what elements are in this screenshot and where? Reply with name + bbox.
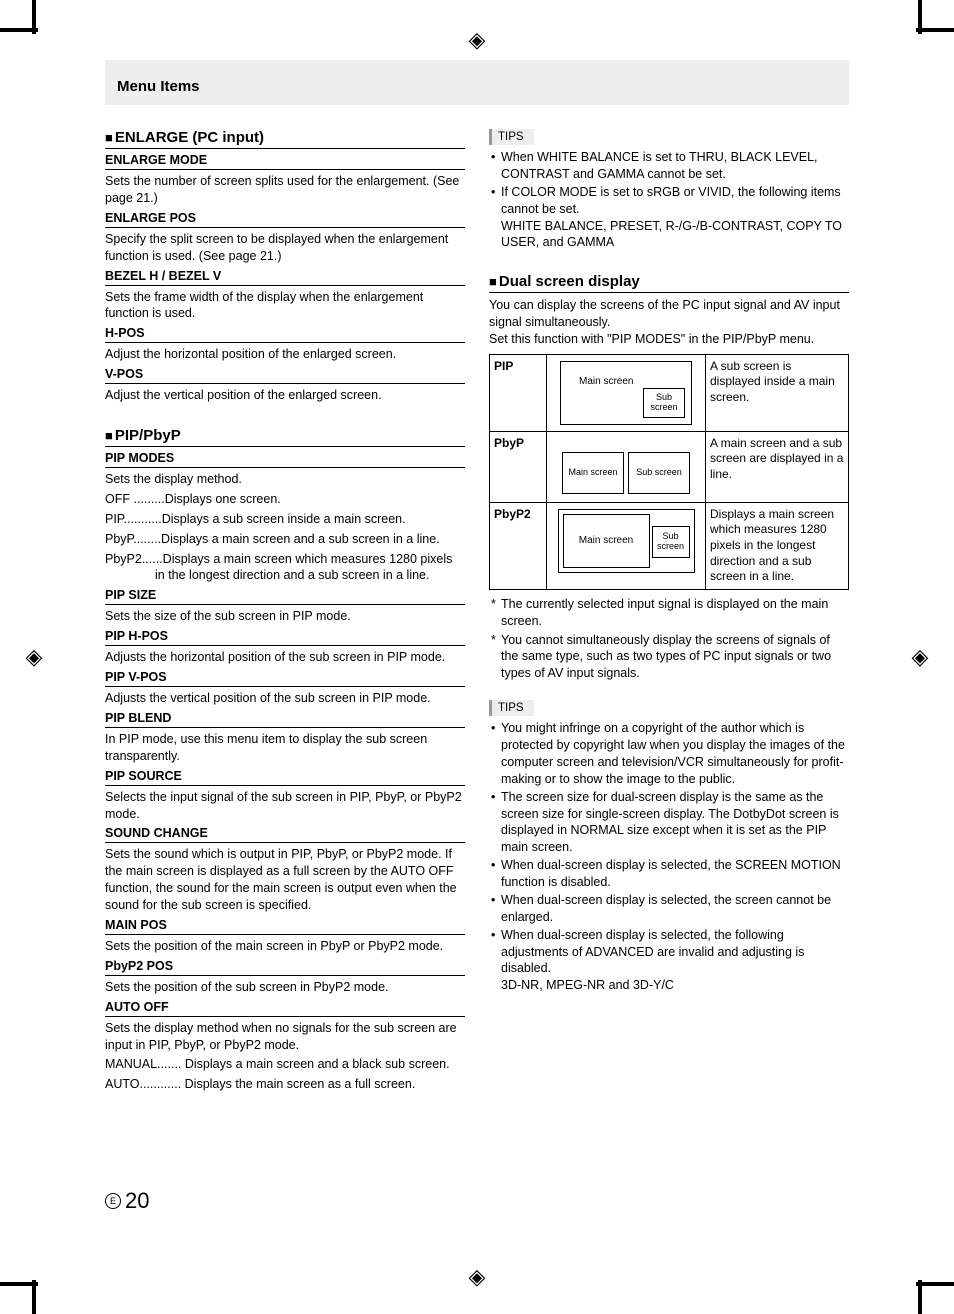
tip-item: If COLOR MODE is set to sRGB or VIVID, t… bbox=[489, 184, 849, 252]
section-pip: PIP/PbyP bbox=[105, 427, 465, 447]
item-title: PIP V-POS bbox=[105, 670, 465, 687]
page-footer: E 20 bbox=[105, 1188, 149, 1214]
section-dual: Dual screen display bbox=[489, 273, 849, 293]
item-desc: Selects the input signal of the sub scre… bbox=[105, 789, 465, 823]
registration-mark-icon bbox=[465, 28, 489, 52]
diagram-main-label: Main screen bbox=[579, 376, 633, 387]
mode-line: OFF .........Displays one screen. bbox=[105, 491, 465, 508]
item-desc: Sets the frame width of the display when… bbox=[105, 289, 465, 323]
item-desc: Sets the position of the main screen in … bbox=[105, 938, 465, 955]
tips-label: TIPS bbox=[489, 700, 534, 716]
tip-item: You might infringe on a copyright of the… bbox=[489, 720, 849, 788]
footnote: The currently selected input signal is d… bbox=[489, 596, 849, 630]
item-desc: Adjusts the horizontal position of the s… bbox=[105, 649, 465, 666]
mode-diagram: Main screen Sub screen bbox=[547, 354, 706, 431]
diagram-main-label: Main screen bbox=[562, 452, 624, 494]
mode-desc: Displays a main screen which measures 12… bbox=[706, 502, 849, 589]
registration-mark-icon bbox=[22, 645, 46, 669]
item-desc: Sets the display method when no signals … bbox=[105, 1020, 465, 1054]
item-title: PIP MODES bbox=[105, 451, 465, 468]
footnote: You cannot simultaneously display the sc… bbox=[489, 632, 849, 683]
mode-name: PbyP2 bbox=[490, 502, 547, 589]
mode-diagram: Main screen Sub screen bbox=[547, 431, 706, 502]
item-desc: Sets the position of the sub screen in P… bbox=[105, 979, 465, 996]
item-title: SOUND CHANGE bbox=[105, 826, 465, 843]
diagram-sub-label: Sub screen bbox=[652, 526, 690, 558]
item-desc: In PIP mode, use this menu item to displ… bbox=[105, 731, 465, 765]
tips-list: You might infringe on a copyright of the… bbox=[489, 720, 849, 994]
tip-item: The screen size for dual-screen display … bbox=[489, 789, 849, 857]
item-title: BEZEL H / BEZEL V bbox=[105, 269, 465, 286]
page-number: 20 bbox=[125, 1188, 149, 1214]
registration-mark-icon bbox=[465, 1265, 489, 1289]
item-title: H-POS bbox=[105, 326, 465, 343]
table-row: PbyP2 Main screen Sub screen Displays a … bbox=[490, 502, 849, 589]
footer-e-icon: E bbox=[105, 1193, 121, 1209]
table-row: PbyP Main screen Sub screen A main scree… bbox=[490, 431, 849, 502]
mode-desc: A main screen and a sub screen are displ… bbox=[706, 431, 849, 502]
item-title: PIP H-POS bbox=[105, 629, 465, 646]
diagram-sub-label: Sub screen bbox=[643, 388, 685, 418]
item-desc: Sets the display method. bbox=[105, 471, 465, 488]
right-column: TIPS When WHITE BALANCE is set to THRU, … bbox=[489, 123, 849, 1096]
left-column: ENLARGE (PC input) ENLARGE MODE Sets the… bbox=[105, 123, 465, 1096]
item-desc: Adjust the vertical position of the enla… bbox=[105, 387, 465, 404]
diagram-sub-label: Sub screen bbox=[628, 452, 690, 494]
item-desc: Sets the size of the sub screen in PIP m… bbox=[105, 608, 465, 625]
tips-label: TIPS bbox=[489, 129, 534, 145]
registration-mark-icon bbox=[908, 645, 932, 669]
page-title: Menu Items bbox=[117, 78, 200, 95]
item-desc: Sets the sound which is output in PIP, P… bbox=[105, 846, 465, 914]
mode-name: PbyP bbox=[490, 431, 547, 502]
item-desc: Sets the number of screen splits used fo… bbox=[105, 173, 465, 207]
item-title: PIP SIZE bbox=[105, 588, 465, 605]
dual-intro: You can display the screens of the PC in… bbox=[489, 297, 849, 348]
mode-name: PIP bbox=[490, 354, 547, 431]
mode-line: PbyP........Displays a main screen and a… bbox=[105, 531, 465, 548]
mode-line: PIP...........Displays a sub screen insi… bbox=[105, 511, 465, 528]
tip-item: When WHITE BALANCE is set to THRU, BLACK… bbox=[489, 149, 849, 183]
item-title: ENLARGE MODE bbox=[105, 153, 465, 170]
item-title: PIP BLEND bbox=[105, 711, 465, 728]
item-title: ENLARGE POS bbox=[105, 211, 465, 228]
item-title: PbyP2 POS bbox=[105, 959, 465, 976]
item-desc: Adjust the horizontal position of the en… bbox=[105, 346, 465, 363]
item-title: PIP SOURCE bbox=[105, 769, 465, 786]
item-desc: Specify the split screen to be displayed… bbox=[105, 231, 465, 265]
section-enlarge: ENLARGE (PC input) bbox=[105, 129, 465, 149]
tips-list: When WHITE BALANCE is set to THRU, BLACK… bbox=[489, 149, 849, 251]
mode-line: MANUAL....... Displays a main screen and… bbox=[167, 1056, 465, 1073]
item-desc: Adjusts the vertical position of the sub… bbox=[105, 690, 465, 707]
table-row: PIP Main screen Sub screen A sub screen … bbox=[490, 354, 849, 431]
item-title: MAIN POS bbox=[105, 918, 465, 935]
dual-mode-table: PIP Main screen Sub screen A sub screen … bbox=[489, 354, 849, 590]
tip-item: When dual-screen display is selected, th… bbox=[489, 857, 849, 891]
mode-line: PbyP2......Displays a main screen which … bbox=[155, 551, 465, 585]
item-title: V-POS bbox=[105, 367, 465, 384]
mode-desc: A sub screen is displayed inside a main … bbox=[706, 354, 849, 431]
diagram-main-label: Main screen bbox=[563, 514, 650, 568]
page-header: Menu Items bbox=[105, 60, 849, 105]
mode-line: AUTO............ Displays the main scree… bbox=[105, 1076, 465, 1093]
item-title: AUTO OFF bbox=[105, 1000, 465, 1017]
tip-item: When dual-screen display is selected, th… bbox=[489, 892, 849, 926]
mode-diagram: Main screen Sub screen bbox=[547, 502, 706, 589]
tip-item: When dual-screen display is selected, th… bbox=[489, 927, 849, 995]
